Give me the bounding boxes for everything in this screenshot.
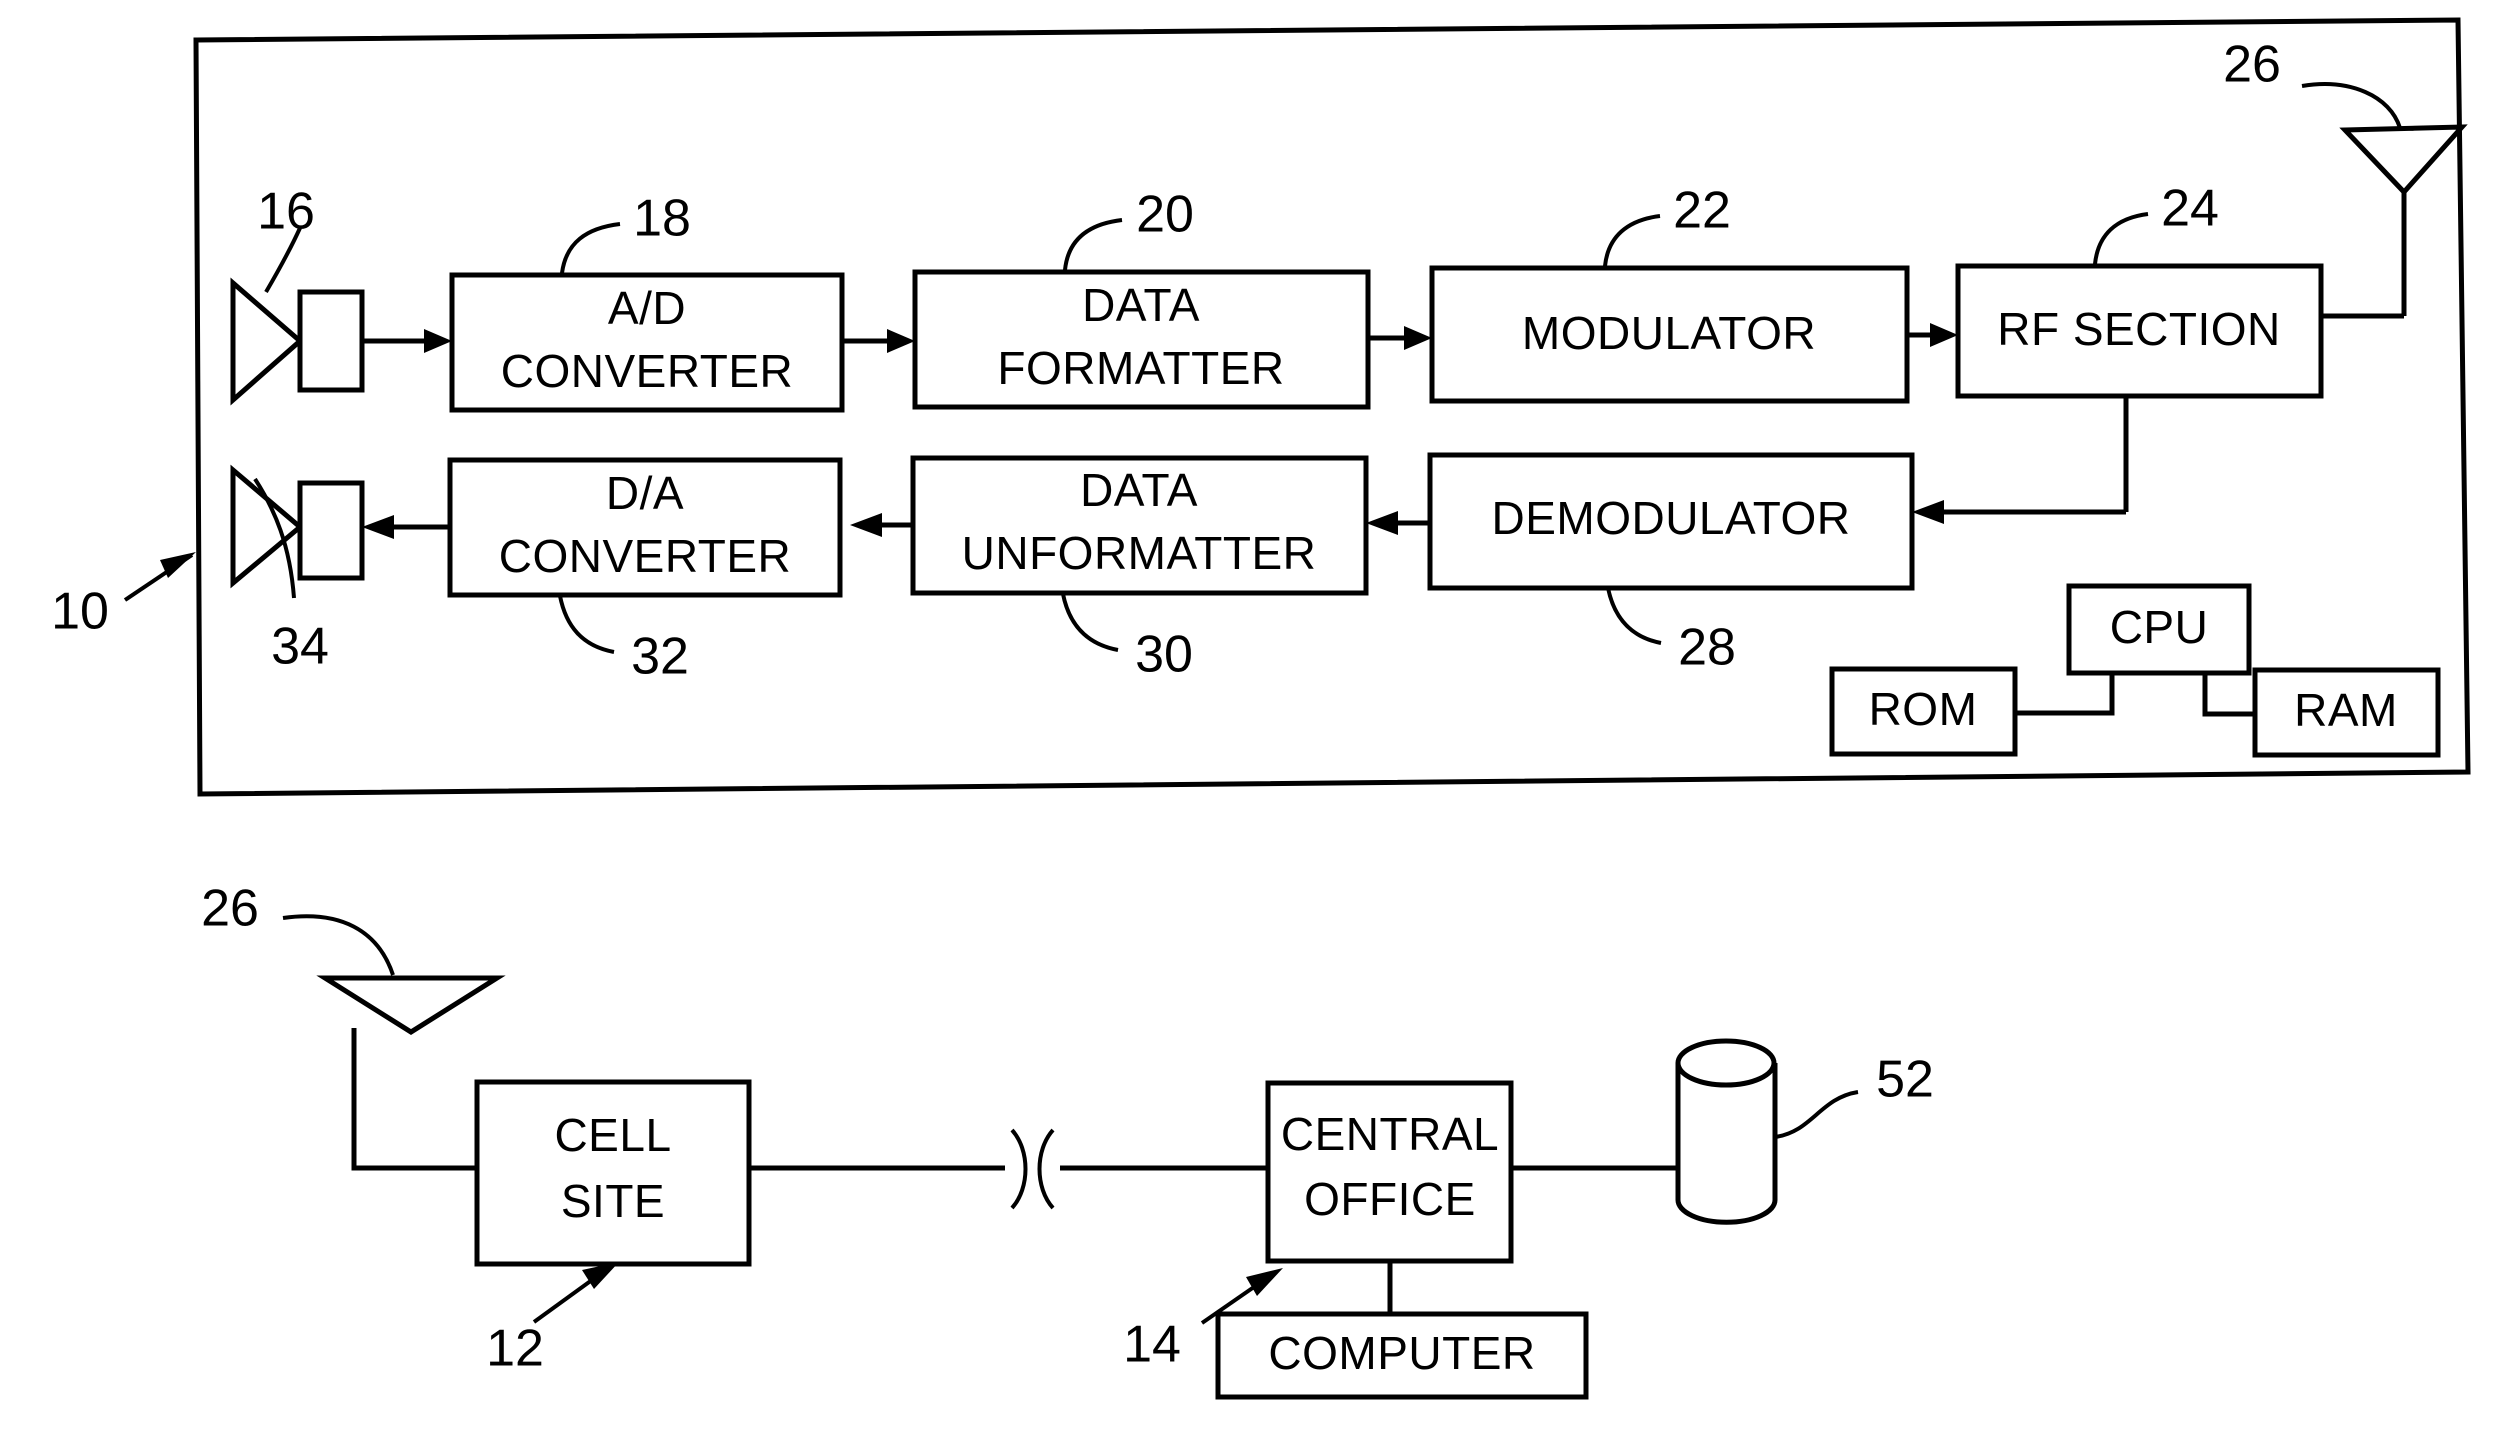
speaker-icon xyxy=(230,464,365,589)
block-rf-section: RF SECTION xyxy=(1955,263,2324,399)
ref-label-16: 16 xyxy=(257,183,315,241)
ref-22-leader xyxy=(1603,214,1661,267)
block-label-ad-line1: A/D xyxy=(608,282,686,334)
ref-label-26-upper: 26 xyxy=(2223,36,2281,94)
ref-32-leader xyxy=(558,595,615,654)
block-label-unformatter-line2: UNFORMATTER xyxy=(962,527,1317,579)
block-label-da-line1: D/A xyxy=(606,467,684,519)
antenna-upper xyxy=(2321,124,2468,319)
ref-label-34: 34 xyxy=(271,618,329,676)
block-label-cellsite-line1: CELL xyxy=(554,1109,671,1161)
ref-label-12: 12 xyxy=(486,1320,544,1378)
ref-label-26-lower: 26 xyxy=(201,880,259,938)
ref-label-18: 18 xyxy=(633,190,691,248)
ref-label-28: 28 xyxy=(1678,619,1736,677)
bus-cpu-rom xyxy=(2015,673,2115,716)
block-label-formatter-line1: DATA xyxy=(1082,279,1200,331)
ref-label-22: 22 xyxy=(1673,182,1731,240)
bus-cpu-ram xyxy=(2202,673,2255,717)
block-rom: ROM xyxy=(1829,666,2018,757)
ref-label-20: 20 xyxy=(1136,186,1194,244)
block-label-unformatter-line1: DATA xyxy=(1080,464,1198,516)
block-ram: RAM xyxy=(2252,667,2441,758)
arrow-mic-to-ad xyxy=(362,329,452,353)
block-label-da-line2: CONVERTER xyxy=(499,530,791,582)
block-label-rom: ROM xyxy=(1869,683,1978,735)
ref-12-leader xyxy=(532,1262,619,1324)
block-data-unformatter: DATA UNFORMATTER xyxy=(910,455,1369,596)
ref-label-14: 14 xyxy=(1123,1316,1181,1374)
block-label-formatter-line2: FORMATTER xyxy=(997,342,1284,394)
ref-30-leader xyxy=(1061,593,1119,652)
arrow-ad-to-formatter xyxy=(842,329,915,353)
line-break-symbol xyxy=(1010,1128,1055,1210)
block-label-computer: COMPUTER xyxy=(1268,1327,1535,1379)
ref-label-32: 32 xyxy=(631,628,689,686)
arrow-unformatter-to-da xyxy=(850,513,913,537)
arrow-demodulator-to-unformatter xyxy=(1366,511,1430,535)
microphone-icon xyxy=(230,277,365,406)
block-label-cellsite-line2: SITE xyxy=(561,1175,665,1227)
arrow-modulator-to-rf xyxy=(1907,323,1958,347)
block-label-rf-section: RF SECTION xyxy=(1997,303,2281,355)
ref-26-upper-leader xyxy=(2301,82,2402,129)
ref-label-30: 30 xyxy=(1135,626,1193,684)
block-da-converter: D/A CONVERTER xyxy=(447,457,843,598)
ref-24-leader xyxy=(2093,212,2149,265)
block-label-ad-line2: CONVERTER xyxy=(501,345,793,397)
ref-label-52: 52 xyxy=(1876,1051,1934,1109)
block-label-centraloffice-line1: CENTRAL xyxy=(1281,1108,1499,1160)
block-label-centraloffice-line2: OFFICE xyxy=(1304,1173,1476,1225)
block-ad-converter: A/D CONVERTER xyxy=(449,272,845,413)
block-label-cpu: CPU xyxy=(2110,601,2209,653)
arrow-da-to-speaker xyxy=(362,515,450,539)
block-data-formatter: DATA FORMATTER xyxy=(912,269,1371,410)
block-label-ram: RAM xyxy=(2294,684,2398,736)
path-rf-to-demodulator xyxy=(1912,396,2129,524)
arrow-formatter-to-modulator xyxy=(1368,326,1432,350)
block-demodulator: DEMODULATOR xyxy=(1427,452,1915,591)
ref-18-leader xyxy=(560,222,621,274)
ref-label-24: 24 xyxy=(2161,180,2219,238)
block-computer: COMPUTER xyxy=(1215,1311,1589,1400)
ref-10-leader xyxy=(123,552,196,602)
database-cylinder xyxy=(1675,1038,1778,1225)
ref-26-lower-leader xyxy=(282,914,395,976)
block-cell-site: CELL SITE xyxy=(474,1079,752,1267)
block-cpu: CPU xyxy=(2066,583,2252,676)
block-modulator: MODULATOR xyxy=(1429,265,1910,404)
block-central-office: CENTRAL OFFICE xyxy=(1265,1080,1514,1264)
block-label-demodulator: DEMODULATOR xyxy=(1491,492,1850,544)
block-label-modulator: MODULATOR xyxy=(1522,307,1816,359)
ref-28-leader xyxy=(1606,587,1662,645)
ref-52-leader xyxy=(1774,1090,1859,1139)
ref-label-10: 10 xyxy=(51,583,109,641)
ref-20-leader xyxy=(1063,218,1123,271)
antenna-lower xyxy=(316,975,506,1171)
patent-figure: 10 16 A/D CONVERTER 18 DATA FORMATTER 20 xyxy=(0,0,2502,1456)
